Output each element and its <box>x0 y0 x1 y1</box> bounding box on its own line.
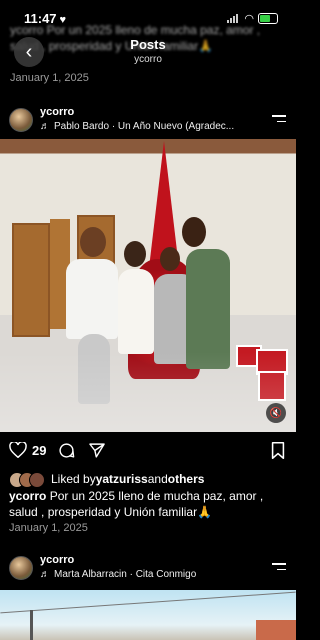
post-username[interactable]: ycorro <box>40 554 74 566</box>
music-note-icon: ♬ <box>40 569 50 580</box>
avatar[interactable] <box>9 108 33 132</box>
music-attribution[interactable]: ♬ Pablo Bardo · Un Año Nuevo (Agradec... <box>40 121 260 132</box>
save-button[interactable] <box>271 442 285 459</box>
share-button[interactable] <box>88 442 106 459</box>
music-note-icon: ♬ <box>40 121 50 132</box>
mute-button[interactable]: 🔇 <box>266 403 286 423</box>
heart-icon <box>9 442 27 458</box>
liked-others[interactable]: others <box>168 472 205 486</box>
post-header: ycorro ♬ Marta Albarracin · Cita Conmigo <box>0 548 296 588</box>
comment-icon <box>59 443 75 458</box>
post-photo[interactable] <box>0 590 296 640</box>
post-caption: ycorro Por un 2025 lleno de mucha paz, a… <box>9 488 289 520</box>
more-options-icon[interactable] <box>272 563 286 574</box>
liked-by[interactable]: Liked by yatzuriss and others <box>9 472 205 488</box>
page-subtitle: ycorro <box>134 54 162 65</box>
post-username[interactable]: ycorro <box>40 106 74 118</box>
music-title: Marta Albarracin · Cita Conmigo <box>54 569 197 580</box>
post-photo[interactable]: 🔇 <box>0 139 296 432</box>
previous-post-date: January 1, 2025 <box>10 72 89 84</box>
bookmark-icon <box>271 442 285 459</box>
avatar[interactable] <box>9 556 33 580</box>
like-button[interactable]: 29 <box>9 442 46 458</box>
post-header: ycorro ♬ Pablo Bardo · Un Año Nuevo (Agra… <box>0 100 296 140</box>
post-date: January 1, 2025 <box>9 522 88 534</box>
likes-count[interactable]: 29 <box>32 443 46 458</box>
post-actions: 29 <box>0 442 296 466</box>
music-attribution[interactable]: ♬ Marta Albarracin · Cita Conmigo <box>40 569 260 580</box>
music-title: Pablo Bardo · Un Año Nuevo (Agradec... <box>54 121 235 132</box>
page-title: Posts <box>130 37 166 52</box>
more-options-icon[interactable] <box>272 115 286 126</box>
caption-username[interactable]: ycorro <box>9 489 46 503</box>
send-icon <box>89 443 105 458</box>
caption-text: Por un 2025 lleno de mucha paz, amor , s… <box>9 489 264 519</box>
comment-button[interactable] <box>58 442 75 459</box>
liker-avatars <box>9 472 47 488</box>
liked-user[interactable]: yatzuriss <box>96 472 148 486</box>
speaker-mute-icon: 🔇 <box>269 407 283 419</box>
